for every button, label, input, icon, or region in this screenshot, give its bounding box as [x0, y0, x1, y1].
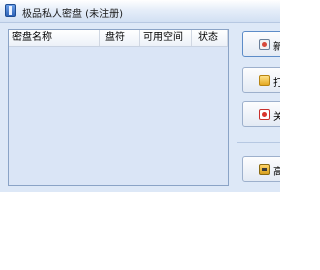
list-header: 密盘名称 盘符 可用空间 状态 [9, 30, 228, 47]
app-icon [5, 4, 16, 17]
open-folder-icon [259, 75, 270, 86]
column-header-name[interactable]: 密盘名称 [9, 30, 100, 46]
app-window: 极品私人密盘 (未注册) 密盘名称 盘符 可用空间 状态 新 打 关 高 [0, 0, 280, 192]
new-button[interactable]: 新 [242, 31, 280, 57]
advanced-button-label: 高 [273, 163, 280, 178]
window-title: 极品私人密盘 (未注册) [22, 9, 123, 20]
button-separator [237, 142, 280, 143]
close-button-label: 关 [273, 108, 280, 123]
disk-list[interactable]: 密盘名称 盘符 可用空间 状态 [8, 29, 229, 186]
title-bar[interactable]: 极品私人密盘 (未注册) [0, 0, 280, 23]
column-header-free-space[interactable]: 可用空间 [140, 30, 192, 46]
close-icon [259, 109, 270, 120]
list-body[interactable] [9, 47, 228, 185]
advanced-button[interactable]: 高 [242, 156, 280, 182]
close-button[interactable]: 关 [242, 101, 280, 127]
advanced-settings-icon [259, 164, 270, 175]
column-header-drive[interactable]: 盘符 [100, 30, 140, 46]
open-button-label: 打 [273, 74, 280, 89]
open-button[interactable]: 打 [242, 67, 280, 93]
new-button-label: 新 [273, 38, 280, 53]
new-disk-icon [259, 39, 270, 50]
column-header-status[interactable]: 状态 [192, 30, 228, 46]
